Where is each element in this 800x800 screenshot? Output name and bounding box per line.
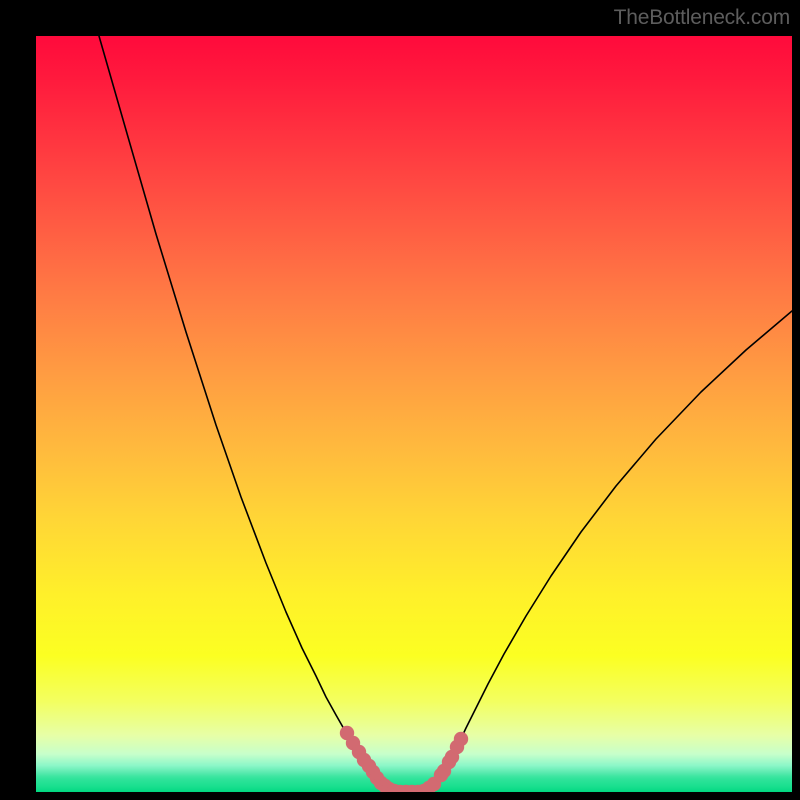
chart-frame: TheBottleneck.com <box>0 0 800 800</box>
highlight-markers-group <box>340 726 468 792</box>
watermark-text: TheBottleneck.com <box>614 6 790 30</box>
bottleneck-curve-path <box>99 36 792 792</box>
chart-overlay <box>36 36 792 792</box>
plot-area <box>36 36 792 792</box>
highlight-marker <box>454 732 468 746</box>
